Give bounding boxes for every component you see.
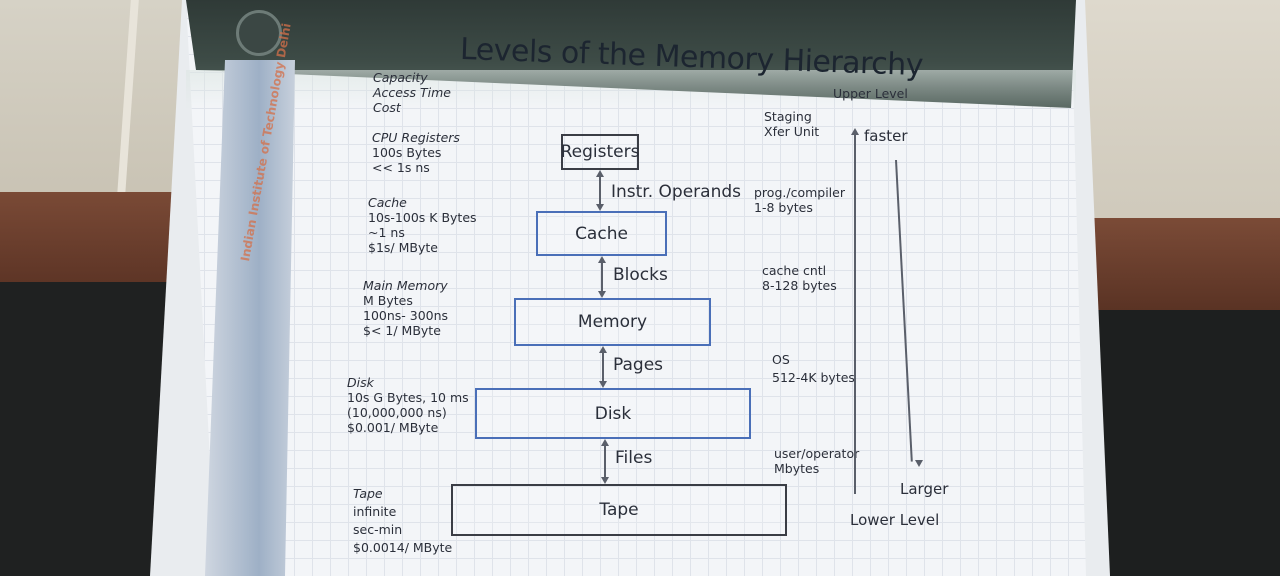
wooden-rail-left bbox=[0, 192, 190, 282]
transfer-agent: prog./compiler 1-8 bytes bbox=[754, 185, 845, 215]
xfer-unit-label: Xfer Unit bbox=[764, 124, 820, 139]
arrow-up bbox=[598, 256, 606, 263]
transfer-agent: OS 512-4K bytes bbox=[772, 351, 855, 387]
faster-label: faster bbox=[864, 127, 908, 145]
spec-line: $0.0014/ MByte bbox=[353, 540, 453, 555]
left-header: Capacity Access Time Cost bbox=[373, 70, 451, 115]
transfer-agent: cache cntl 8-128 bytes bbox=[762, 263, 837, 293]
spec-line: Tape bbox=[353, 486, 383, 501]
spec-line: Main Memory bbox=[363, 278, 448, 293]
specs-cache: Cache 10s-100s K Bytes ~1 ns $1s/ MByte bbox=[368, 195, 477, 255]
staging-header: Staging Xfer Unit bbox=[764, 109, 819, 139]
spec-line: infinite bbox=[353, 504, 397, 519]
header-cost: Cost bbox=[373, 100, 401, 115]
arrow-shaft bbox=[599, 176, 601, 205]
wooden-rail-right bbox=[1070, 218, 1280, 310]
arrow-shaft bbox=[602, 352, 604, 382]
specs-memory: Main Memory M Bytes 100ns- 300ns $< 1/ M… bbox=[363, 278, 448, 338]
spec-line: Disk bbox=[347, 375, 374, 390]
transfer-label: Instr. Operands bbox=[611, 182, 742, 202]
header-access-time: Access Time bbox=[373, 85, 451, 100]
block-label: Cache bbox=[575, 223, 628, 244]
spec-line: sec-min bbox=[353, 522, 403, 537]
specs-registers: CPU Registers 100s Bytes << 1s ns bbox=[372, 130, 460, 175]
specs-disk: Disk 10s G Bytes, 10 ms (10,000,000 ns) … bbox=[347, 375, 469, 435]
spec-line: $0.001/ MByte bbox=[347, 420, 439, 435]
spec-line: CPU Registers bbox=[372, 130, 460, 145]
agent-line: 8-128 bytes bbox=[762, 278, 837, 293]
arrow-down bbox=[598, 291, 606, 298]
spec-line: ~1 ns bbox=[368, 225, 405, 240]
block-disk: Disk bbox=[475, 388, 751, 439]
arrow-up bbox=[601, 439, 609, 446]
header-capacity: Capacity bbox=[373, 70, 428, 85]
arrow-shaft bbox=[601, 262, 603, 292]
agent-line: prog./compiler bbox=[754, 185, 845, 200]
block-label: Memory bbox=[577, 312, 648, 332]
arrow-shaft bbox=[604, 445, 606, 478]
spec-line: << 1s ns bbox=[372, 160, 430, 175]
faster-arrow-up bbox=[851, 128, 859, 135]
transfer-label: Pages bbox=[613, 355, 664, 375]
arrow-up bbox=[599, 346, 607, 353]
spec-line: 10s G Bytes, 10 ms bbox=[347, 390, 469, 405]
block-label: Tape bbox=[599, 500, 639, 520]
arrow-up bbox=[596, 170, 604, 177]
larger-arrow-down bbox=[915, 460, 923, 467]
spec-line: M Bytes bbox=[363, 293, 413, 308]
transfer-label: Files bbox=[615, 448, 653, 468]
lower-level-label: Lower Level bbox=[850, 511, 940, 529]
arrow-down bbox=[596, 204, 604, 211]
agent-line: Mbytes bbox=[774, 461, 820, 476]
spec-line: $< 1/ MByte bbox=[363, 323, 441, 338]
block-memory: Memory bbox=[514, 298, 711, 346]
block-registers: Registers bbox=[561, 134, 639, 170]
agent-line: cache cntl bbox=[762, 263, 827, 278]
transfer-label: Blocks bbox=[613, 265, 668, 285]
block-tape: Tape bbox=[451, 484, 787, 536]
block-label: Registers bbox=[560, 142, 640, 162]
spec-line: (10,000,000 ns) bbox=[347, 405, 447, 420]
spec-line: Cache bbox=[368, 195, 407, 210]
blackboard-right bbox=[1080, 310, 1280, 576]
title-band-fade bbox=[186, 70, 1076, 110]
agent-line: user/operator bbox=[774, 446, 860, 461]
upper-level-label: Upper Level bbox=[833, 86, 908, 101]
wall-left bbox=[0, 0, 190, 200]
agent-line: OS bbox=[772, 352, 790, 367]
spec-line: 100ns- 300ns bbox=[363, 308, 449, 323]
block-label: Disk bbox=[594, 403, 632, 424]
arrow-down bbox=[599, 381, 607, 388]
block-cache: Cache bbox=[536, 211, 667, 256]
transfer-agent: user/operator Mbytes bbox=[774, 446, 859, 476]
faster-arrow-shaft bbox=[854, 134, 856, 494]
spec-line: 100s Bytes bbox=[372, 145, 442, 160]
specs-tape: Tape infinite sec-min $0.0014/ MByte bbox=[353, 485, 452, 557]
spec-line: $1s/ MByte bbox=[368, 240, 438, 255]
staging-label: Staging bbox=[764, 109, 812, 124]
larger-label: Larger bbox=[900, 480, 949, 498]
agent-line: 512-4K bytes bbox=[772, 370, 855, 385]
spec-line: 10s-100s K Bytes bbox=[368, 210, 477, 225]
agent-line: 1-8 bytes bbox=[754, 200, 813, 215]
arrow-down bbox=[601, 477, 609, 484]
